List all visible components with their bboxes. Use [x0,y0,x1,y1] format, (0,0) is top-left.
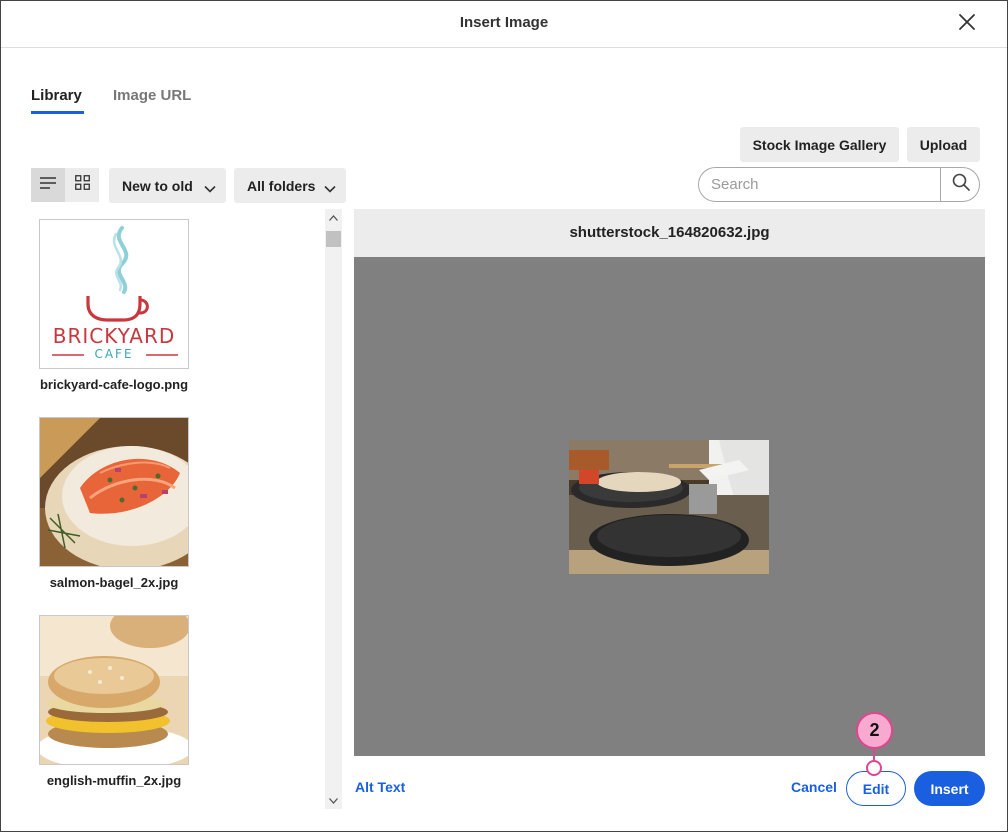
tab-image-url[interactable]: Image URL [113,87,191,104]
active-tab-indicator [31,111,84,114]
search-input[interactable] [699,168,940,201]
alt-text-link[interactable]: Alt Text [355,779,405,795]
folder-dropdown[interactable]: All folders [234,168,346,203]
logo-text-brickyard: BRICKYARD [52,324,176,348]
grid-view-icon [74,175,90,195]
edit-button[interactable]: Edit [846,771,906,806]
sort-dropdown[interactable]: New to old [109,168,226,203]
library-item-label: salmon-bagel_2x.jpg [49,575,179,590]
preview-image [569,440,769,574]
search-button[interactable] [940,168,979,201]
grid-view-button[interactable] [65,168,99,202]
folder-dropdown-value: All folders [247,177,316,194]
step-callout-marker [866,760,882,776]
list-view-icon [40,176,56,194]
chevron-down-icon [204,180,216,196]
search-icon [952,173,970,196]
insert-button[interactable]: Insert [914,771,985,806]
sort-dropdown-value: New to old [122,177,193,194]
image-preview-panel: shutterstock_164820632.jpg [354,209,985,756]
upload-button[interactable]: Upload [907,127,980,162]
list-view-button[interactable] [31,168,65,202]
salmon-bagel-thumbnail [39,417,189,567]
step-callout-line [873,749,875,760]
search-box [698,167,980,202]
library-item-label: english-muffin_2x.jpg [46,773,182,788]
tab-library[interactable]: Library [31,87,84,114]
library-scrollbar[interactable] [325,209,342,809]
scroll-up-icon[interactable] [325,209,342,226]
brickyard-cafe-logo-thumbnail: BRICKYARD CAFE [39,219,189,369]
preview-filename: shutterstock_164820632.jpg [354,209,985,257]
close-icon[interactable] [954,9,980,35]
image-library-list: BRICKYARD CAFE brickyard-cafe-logo.png s… [31,209,323,809]
dialog-title: Insert Image [459,14,549,31]
english-muffin-thumbnail [39,615,189,765]
library-item-label: brickyard-cafe-logo.png [39,377,189,392]
chevron-down-icon [324,180,336,196]
logo-text-cafe: CAFE [94,347,134,361]
stock-image-gallery-button[interactable]: Stock Image Gallery [740,127,899,162]
insert-image-dialog: Insert Image Library Image URL Stock Ima… [0,0,1008,832]
tab-library-label: Library [31,87,82,104]
dialog-header: Insert Image [1,1,1007,48]
cancel-button[interactable]: Cancel [791,779,837,795]
scroll-down-icon[interactable] [325,792,342,809]
step-callout-badge: 2 [856,712,893,749]
scrollbar-thumb[interactable] [326,231,341,247]
